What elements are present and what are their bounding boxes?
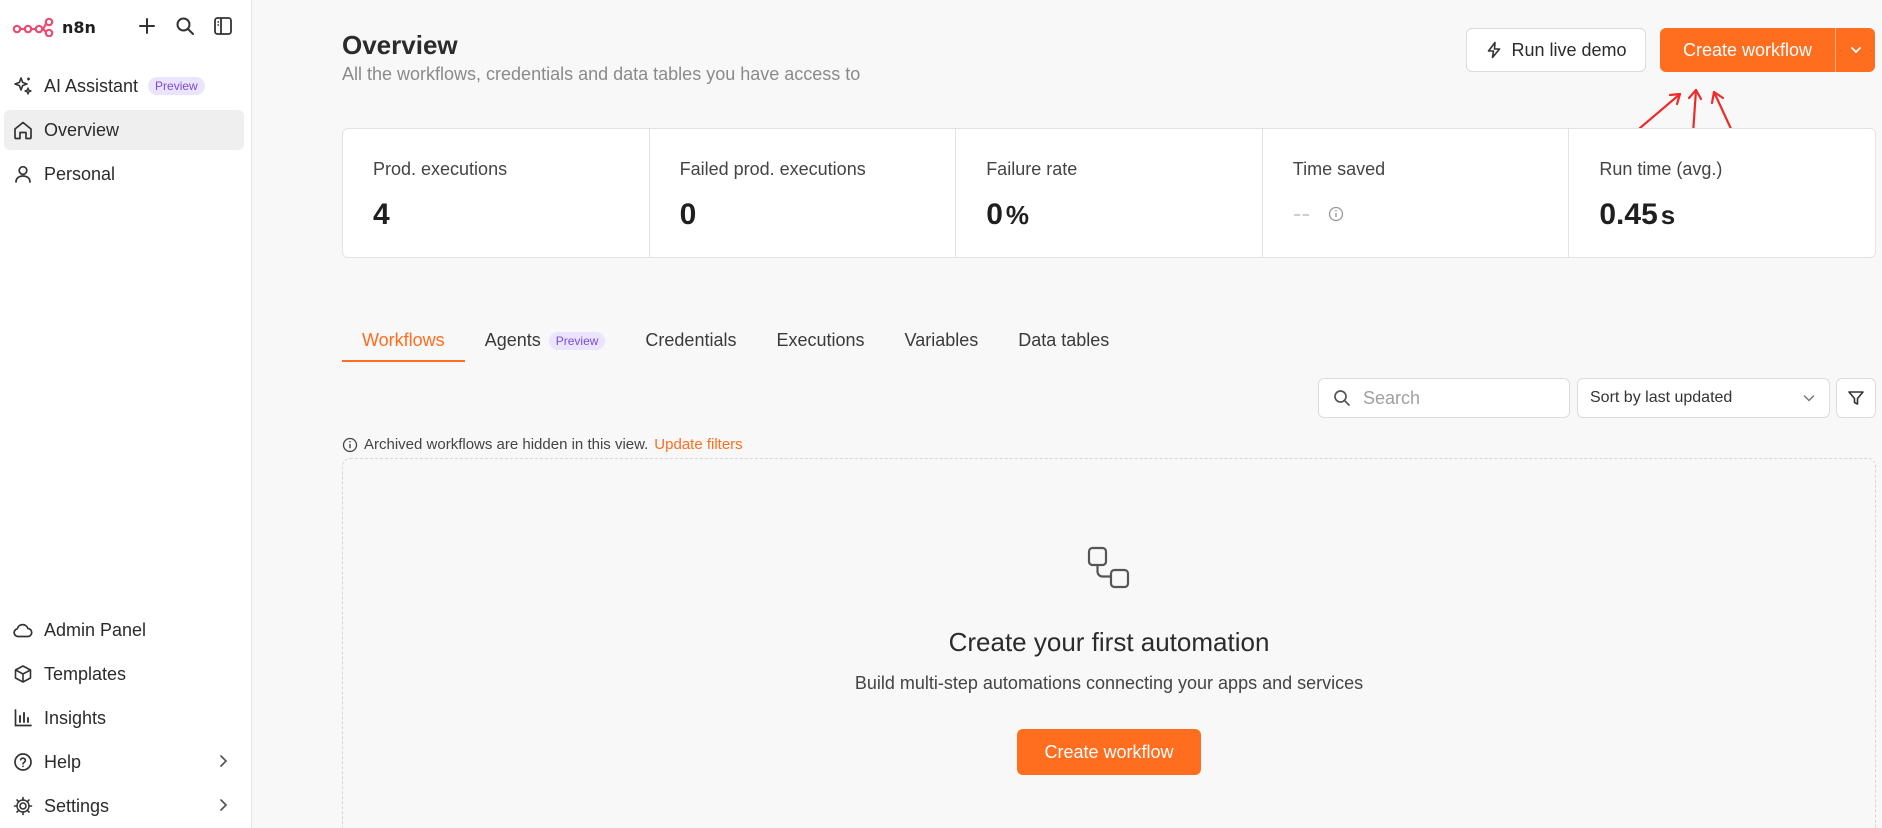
lightning-icon <box>1488 41 1501 59</box>
sidebar-nav-top: AI Assistant Preview Overview Personal <box>4 66 244 194</box>
create-workflow-split-button: Create workflow <box>1660 28 1875 72</box>
stat-value: 4 <box>373 198 649 232</box>
sidebar-item-admin-panel[interactable]: Admin Panel <box>4 610 244 650</box>
tab-agents[interactable]: Agents Preview <box>465 326 626 362</box>
empty-create-workflow-button[interactable]: Create workflow <box>1017 729 1201 775</box>
stat-failure-rate[interactable]: Failure rate 0% <box>956 129 1263 257</box>
info-icon <box>342 437 358 452</box>
workflow-icon <box>1087 546 1130 589</box>
update-filters-link[interactable]: Update filters <box>654 436 742 453</box>
archived-notice: Archived workflows are hidden in this vi… <box>342 436 743 453</box>
sidebar-item-overview[interactable]: Overview <box>4 110 244 150</box>
search-icon <box>1334 390 1350 406</box>
empty-state: Create your first automation Build multi… <box>342 458 1876 828</box>
sidebar-item-templates[interactable]: Templates <box>4 654 244 694</box>
run-live-demo-label: Run live demo <box>1511 39 1627 60</box>
chevron-right-icon <box>220 755 228 767</box>
search-box <box>1318 378 1570 418</box>
stat-value: -- <box>1293 198 1569 229</box>
plus-icon <box>139 18 155 34</box>
create-workflow-dropdown-button[interactable] <box>1835 28 1875 72</box>
filter-button[interactable] <box>1836 378 1876 418</box>
search-icon <box>176 17 194 35</box>
bar-chart-icon <box>14 709 32 727</box>
chevron-down-icon <box>1850 47 1861 54</box>
page-subtitle: All the workflows, credentials and data … <box>342 64 861 84</box>
info-icon[interactable] <box>1328 206 1344 222</box>
stat-failed-prod-executions[interactable]: Failed prod. executions 0 <box>650 129 957 257</box>
search-input[interactable] <box>1363 387 1553 409</box>
stat-prod-executions[interactable]: Prod. executions 4 <box>343 129 650 257</box>
archived-notice-text: Archived workflows are hidden in this vi… <box>364 436 649 453</box>
empty-state-subtitle: Build multi-step automations connecting … <box>854 673 1364 693</box>
tab-label: Agents <box>484 330 541 350</box>
help-icon <box>14 753 32 771</box>
panel-toggle-icon <box>214 17 232 35</box>
stat-label: Failure rate <box>986 159 1078 179</box>
sidebar-item-ai-assistant[interactable]: AI Assistant Preview <box>4 66 244 106</box>
stat-number: -- <box>1292 198 1311 228</box>
stat-label: Failed prod. executions <box>679 159 866 179</box>
chevron-down-icon <box>1803 395 1815 402</box>
stat-label: Run time (avg.) <box>1599 159 1723 179</box>
sidebar-top-actions <box>135 14 235 38</box>
sparkles-icon <box>14 77 32 95</box>
n8n-logo-icon <box>12 17 54 37</box>
tab-executions[interactable]: Executions <box>756 326 884 362</box>
add-button[interactable] <box>135 14 159 38</box>
insights-summary: Prod. executions 4 Failed prod. executio… <box>342 128 1876 258</box>
sidebar-item-settings[interactable]: Settings <box>4 786 244 826</box>
sidebar-item-label: AI Assistant <box>44 75 139 96</box>
stat-number: 0 <box>679 198 697 231</box>
stat-value: 0 <box>680 198 956 232</box>
gear-icon <box>13 796 33 816</box>
user-icon <box>15 165 31 183</box>
home-icon <box>14 121 32 140</box>
stat-unit: s <box>1660 200 1676 230</box>
stat-number: 0 <box>986 198 1003 231</box>
page-title: Overview <box>342 30 458 60</box>
create-workflow-button[interactable]: Create workflow <box>1660 28 1835 72</box>
cloud-icon <box>13 623 33 638</box>
stat-run-time-avg[interactable]: Run time (avg.) 0.45 s <box>1569 129 1875 257</box>
tab-data-tables[interactable]: Data tables <box>998 326 1129 362</box>
sidebar-item-label: Overview <box>44 119 120 140</box>
sidebar-item-label: Settings <box>44 795 110 816</box>
run-live-demo-button[interactable]: Run live demo <box>1466 28 1646 72</box>
sidebar-item-label: Personal <box>44 163 116 184</box>
preview-badge: Preview <box>548 332 606 350</box>
brand-logo[interactable]: n8n <box>12 14 96 40</box>
stat-time-saved[interactable]: Time saved -- <box>1263 129 1570 257</box>
tab-credentials[interactable]: Credentials <box>625 326 756 362</box>
tab-variables[interactable]: Variables <box>885 326 999 362</box>
sidebar-item-insights[interactable]: Insights <box>4 698 244 738</box>
sort-select[interactable]: Sort by last updated <box>1577 378 1830 418</box>
stat-label: Prod. executions <box>373 159 508 179</box>
sort-selected-value: Sort by last updated <box>1590 389 1733 406</box>
overview-tabs: Workflows Agents Preview Credentials Exe… <box>342 326 1129 362</box>
filter-icon <box>1848 391 1864 405</box>
sidebar-item-label: Templates <box>44 663 127 684</box>
sidebar-item-label: Help <box>44 751 82 772</box>
sidebar-item-help[interactable]: Help <box>4 742 244 782</box>
stat-number: 0.45 <box>1599 198 1658 231</box>
stat-value: 0% <box>986 198 1262 232</box>
search-button[interactable] <box>173 14 197 38</box>
stat-value: 0.45 s <box>1599 198 1875 232</box>
sidebar: n8n AI Assistant Preview Overview Person… <box>0 0 252 828</box>
empty-state-title: Create your first automation <box>948 627 1270 657</box>
preview-badge: Preview <box>148 77 205 95</box>
brand-name: n8n <box>62 17 96 37</box>
sidebar-item-label: Insights <box>44 707 107 728</box>
stat-label: Time saved <box>1292 159 1386 179</box>
toggle-sidebar-button[interactable] <box>211 14 235 38</box>
box-icon <box>14 665 32 683</box>
sidebar-item-personal[interactable]: Personal <box>4 154 244 194</box>
stat-number: 4 <box>373 198 390 231</box>
stat-unit: % <box>1005 200 1029 230</box>
tab-workflows[interactable]: Workflows <box>342 326 465 362</box>
sidebar-nav-bottom: Admin Panel Templates Insights Help Sett… <box>4 610 244 826</box>
chevron-right-icon <box>220 799 228 811</box>
sidebar-item-label: Admin Panel <box>44 619 147 640</box>
